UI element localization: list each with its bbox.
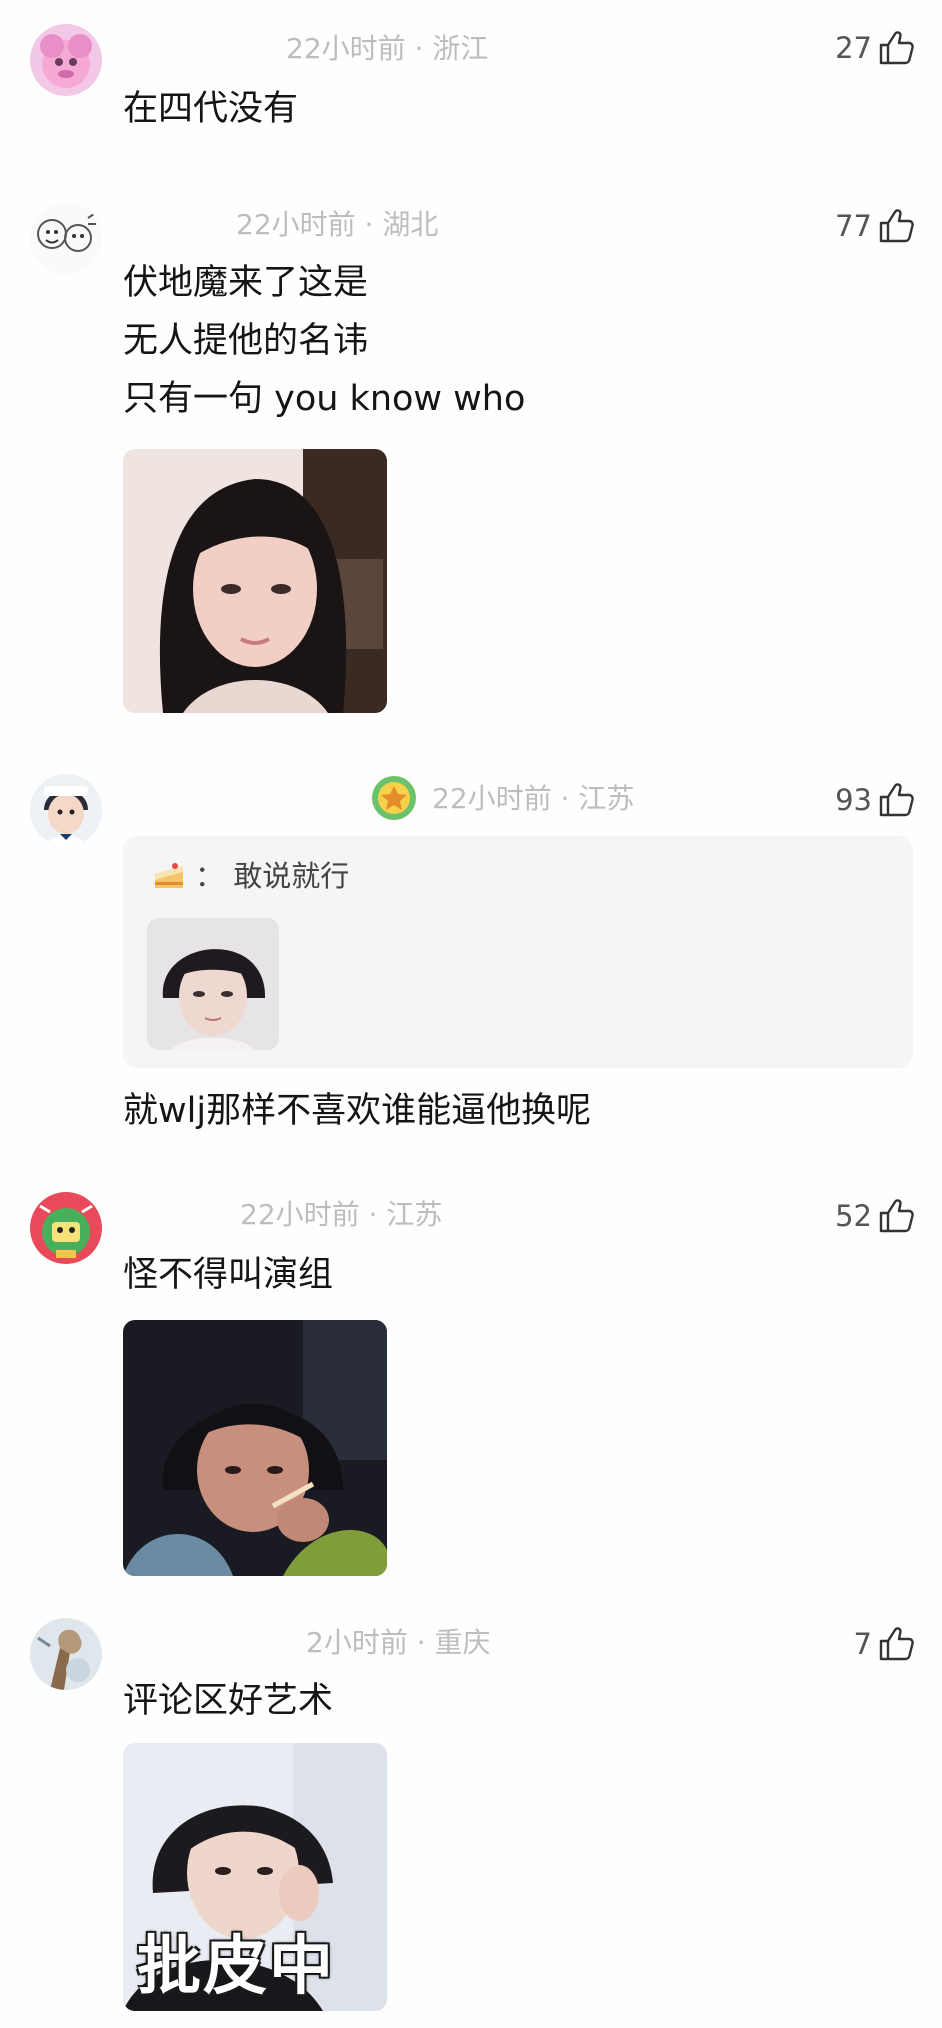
comment-image[interactable] [123,449,387,713]
vip-badge-icon [372,776,416,820]
comment-text: 伏地魔来了这是 无人提他的名讳 只有一句 you know who [123,254,525,428]
quoted-reply-header: ： 敢说就行 [151,856,349,896]
comment-line: 就wlj那样不喜欢谁能逼他换呢 [123,1091,592,1131]
cake-icon [155,863,183,888]
avatar[interactable] [30,1192,102,1264]
thumbs-up-icon [879,1199,914,1233]
avatar[interactable] [30,1618,102,1690]
comment-meta: 22小时前 · 江苏 [432,782,635,815]
like-count: 7 [853,1627,872,1661]
like-button[interactable]: 52 [835,1196,916,1236]
comment-meta: 22小时前 · 江苏 [240,1198,443,1231]
quoted-reply-image[interactable] [147,918,279,1050]
comment-item: 2小时前 · 重庆 7 评论区好艺术 批皮中 [0,1600,942,2028]
quoted-reply[interactable]: ： 敢说就行 [123,836,913,1068]
like-count: 77 [835,209,872,243]
thumbs-up-icon [879,1627,914,1661]
comment-meta: 22小时前 · 浙江 [286,32,489,65]
image-caption: 批皮中 [137,1930,335,2004]
comment-line: 在四代没有 [123,89,299,129]
comment-image[interactable]: 批皮中 [123,1743,387,2011]
like-button[interactable]: 27 [835,28,916,68]
comment-line: 伏地魔来了这是 [123,263,369,303]
like-count: 93 [835,783,872,817]
comment-line: 只有一句 you know who [123,379,526,419]
like-button[interactable]: 93 [835,780,916,820]
thumbs-up-icon [879,31,914,65]
comment-image[interactable] [123,1320,387,1576]
comment-item: 22小时前 · 江苏 93 ： 敢说就行 就wlj那样不喜欢谁能逼他换呢 [0,750,942,1180]
comment-item: 22小时前 · 湖北 77 伏地魔来了这是 无人提他的名讳 只有一句 you k… [0,170,942,750]
comment-meta: 2小时前 · 重庆 [306,1626,491,1659]
comment-meta: 22小时前 · 湖北 [236,208,439,241]
comment-text: 评论区好艺术 [123,1672,333,1730]
comment-text: 怪不得叫演组 [123,1246,333,1304]
comment-text: 就wlj那样不喜欢谁能逼他换呢 [123,1082,591,1140]
like-count: 27 [835,31,872,65]
comment-text: 在四代没有 [123,80,298,138]
avatar[interactable] [30,202,102,274]
like-count: 52 [835,1199,872,1233]
comment-line: 怪不得叫演组 [123,1255,334,1295]
comment-line: 无人提他的名讳 [123,321,369,361]
avatar[interactable] [30,774,102,846]
comment-item: 22小时前 · 浙江 27 在四代没有 [0,0,942,170]
comment-line: 评论区好艺术 [123,1681,334,1721]
thumbs-up-icon [879,209,914,243]
comment-feed: 22小时前 · 浙江 27 在四代没有 22小时前 · 湖北 77 伏地魔来了这… [0,0,942,2028]
quoted-reply-text: ： 敢说就行 [195,859,350,893]
like-button[interactable]: 7 [854,1624,916,1664]
avatar[interactable] [30,24,102,96]
like-button[interactable]: 77 [835,206,916,246]
thumbs-up-icon [879,783,914,817]
comment-item: 22小时前 · 江苏 52 怪不得叫演组 [0,1180,942,1600]
